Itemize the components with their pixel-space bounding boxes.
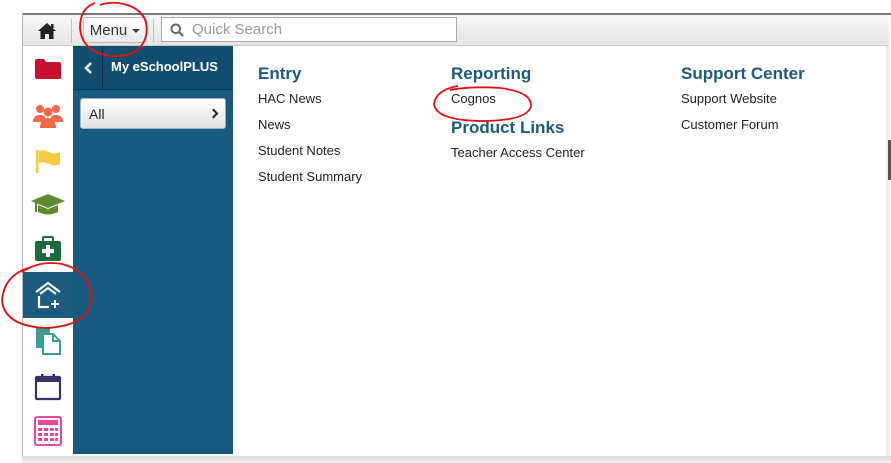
menu-heading-reporting: Reporting — [451, 64, 532, 83]
menu-link-teacher-access-center[interactable]: Teacher Access Center — [451, 140, 585, 166]
quick-search-box[interactable] — [161, 17, 457, 42]
rail-item-calendar[interactable] — [23, 364, 73, 410]
menu-link-customer-forum[interactable]: Customer Forum — [681, 112, 805, 138]
caret-down-icon — [132, 29, 141, 33]
flag-icon — [36, 150, 60, 173]
rail-item-health[interactable] — [23, 226, 73, 272]
rail-item-flag[interactable] — [23, 138, 73, 184]
menu-column-support-center: Support Center Support Website Customer … — [681, 64, 805, 138]
chevron-right-icon — [208, 108, 219, 119]
folder-icon — [35, 59, 61, 79]
window-right-edge — [886, 45, 889, 457]
menu-heading-entry: Entry — [258, 64, 302, 83]
menu-column-entry: Entry HAC News News Student Notes Studen… — [258, 64, 362, 190]
menu-link-support-website[interactable]: Support Website — [681, 86, 805, 112]
toolbar-separator — [71, 19, 72, 43]
page: Menu Quick Search My eSchoolPLUS All Ent… — [0, 0, 891, 463]
top-toolbar: Menu — [23, 15, 889, 46]
menu-link-hac-news[interactable]: HAC News — [258, 86, 362, 112]
rail-item-people[interactable] — [23, 92, 73, 138]
menu-link-cognos[interactable]: Cognos — [451, 86, 585, 112]
nav-title: My eSchoolPLUS — [111, 59, 218, 74]
menu-link-student-notes[interactable]: Student Notes — [258, 138, 362, 164]
nav-back-button[interactable] — [73, 46, 103, 90]
calculator-icon — [34, 416, 62, 446]
menu-heading-support-center: Support Center — [681, 64, 805, 83]
menu-heading-product-links: Product Links — [451, 118, 565, 137]
chevron-left-icon — [83, 62, 92, 74]
home-button[interactable] — [31, 19, 63, 43]
document-icon — [36, 328, 61, 355]
window-bottom-shadow — [22, 456, 891, 463]
rail-item-calculator[interactable] — [23, 408, 73, 454]
people-icon — [33, 105, 63, 128]
graduation-cap-icon — [31, 194, 65, 215]
rail-item-document[interactable] — [23, 318, 73, 364]
search-icon — [162, 23, 192, 37]
nav-filter-label: All — [89, 105, 105, 122]
nav-panel: My eSchoolPLUS All — [73, 46, 233, 454]
medical-kit-icon — [35, 236, 61, 261]
home-icon — [38, 23, 56, 39]
quick-search-input[interactable] — [192, 21, 442, 38]
menu-link-news[interactable]: News — [258, 112, 362, 138]
rail-item-graduation[interactable] — [23, 182, 73, 228]
rail-item-folder[interactable] — [23, 46, 73, 92]
menu-button-label: Menu — [89, 21, 128, 39]
menu-button[interactable]: Menu — [83, 17, 147, 43]
toolbar-separator — [153, 19, 154, 43]
nav-filter-all[interactable]: All — [80, 98, 226, 129]
nav-header: My eSchoolPLUS — [73, 46, 233, 90]
menu-link-student-summary[interactable]: Student Summary — [258, 164, 362, 190]
menu-column-reporting: Reporting Cognos Product Links Teacher A… — [451, 64, 585, 166]
rail-item-home-add[interactable] — [23, 272, 73, 318]
home-add-icon — [35, 281, 61, 309]
module-rail — [23, 46, 73, 456]
calendar-icon — [34, 374, 62, 401]
